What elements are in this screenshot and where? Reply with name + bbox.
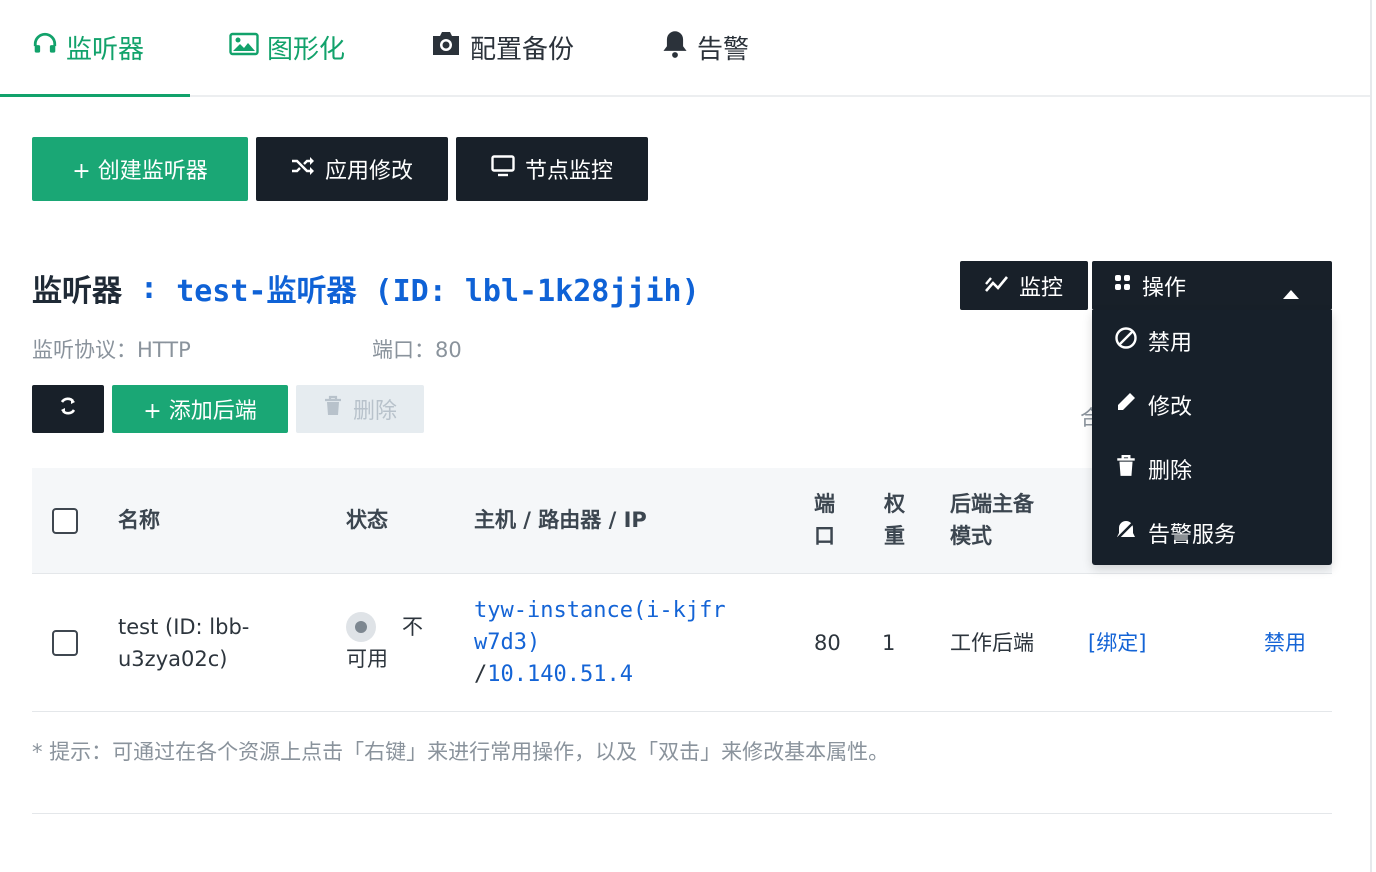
actions-label: 操作 — [1142, 275, 1187, 301]
host-line3: /10.140.51.4 — [474, 659, 726, 691]
status-indicator — [346, 612, 376, 642]
select-all-checkbox[interactable] — [52, 508, 78, 534]
tab-label: 监听器 — [66, 34, 145, 65]
trash-icon — [1114, 454, 1138, 484]
col-status: 状态 — [346, 508, 388, 532]
active-tab-indicator — [0, 94, 190, 97]
delete-button[interactable]: 删除 — [296, 385, 424, 433]
tab-alarm[interactable]: 告警 — [661, 26, 749, 68]
ban-icon — [1114, 326, 1138, 356]
tab-label: 告警 — [697, 34, 750, 65]
title-prefix: 监听器 — [32, 274, 122, 309]
listener-port: 端口：80 — [372, 338, 462, 362]
menu-item-label: 禁用 — [1148, 331, 1193, 356]
host-line2: w7d3) — [474, 630, 541, 655]
table-row[interactable]: test (ID: lbb- u3zya02c) 不 可用 tyw-instan… — [32, 574, 1332, 712]
divider — [32, 813, 1332, 814]
create-listener-button[interactable]: + 创建监听器 — [32, 137, 248, 201]
monitor-button[interactable]: 监控 — [960, 261, 1088, 310]
tab-listener[interactable]: 监听器 — [32, 26, 144, 68]
menu-item-delete[interactable]: 删除 — [1114, 449, 1192, 489]
listener-name: test-监听器 (ID: lbl-1k28jjih) — [176, 274, 700, 309]
refresh-icon — [57, 395, 79, 423]
col-port: 端 口 — [814, 488, 835, 552]
refresh-button[interactable] — [32, 385, 104, 433]
tab-label: 图形化 — [267, 34, 346, 65]
grid-icon — [1114, 273, 1132, 298]
col-weight: 权 重 — [884, 488, 905, 552]
delete-label: 删除 — [352, 399, 397, 424]
host-line1: tyw-instance(i-kjfr — [474, 598, 726, 623]
menu-item-label: 告警服务 — [1148, 523, 1237, 548]
monitor-label: 监控 — [1018, 275, 1063, 301]
apply-changes-button[interactable]: 应用修改 — [256, 137, 448, 201]
create-listener-label: + 创建监听器 — [72, 159, 208, 184]
host-link[interactable]: tyw-instance(i-kjfr w7d3) /10.140.51.4 — [474, 595, 726, 691]
col-name: 名称 — [118, 508, 160, 532]
backend-name-line2: u3zya02c) — [118, 647, 228, 671]
scrollbar-track — [1370, 0, 1372, 872]
pencil-icon — [1114, 390, 1138, 420]
tab-bar: 监听器 图形化 配置备份 告警 — [0, 0, 1370, 97]
backend-weight: 1 — [882, 631, 896, 655]
actions-dropdown-button[interactable]: 操作 — [1092, 261, 1332, 310]
bind-link[interactable]: [绑定] — [1088, 627, 1146, 659]
bell-icon — [661, 29, 689, 66]
node-monitor-label: 节点监控 — [524, 159, 613, 184]
listener-protocol: 监听协议：HTTP — [32, 338, 191, 362]
col-weight-line1: 权 — [884, 492, 905, 516]
node-monitor-button[interactable]: 节点监控 — [456, 137, 648, 201]
page-title: 监听器 : test-监听器 (ID: lbl-1k28jjih) — [32, 266, 700, 310]
tab-label: 配置备份 — [470, 34, 575, 65]
status-text-line1: 不 — [402, 615, 423, 639]
menu-item-alarm-service[interactable]: 告警服务 — [1114, 513, 1236, 553]
col-weight-line2: 重 — [884, 524, 905, 548]
add-backend-label: + 添加后端 — [143, 399, 257, 424]
backend-mode: 工作后端 — [950, 631, 1034, 655]
row-checkbox[interactable] — [52, 630, 78, 656]
backend-port: 80 — [814, 631, 841, 655]
backend-name: test (ID: lbb- u3zya02c) — [118, 611, 249, 675]
title-separator: : — [122, 270, 177, 306]
host-ip: 10.140.51.4 — [487, 662, 633, 687]
col-mode-line1: 后端主备 — [950, 492, 1034, 516]
image-icon — [229, 31, 259, 64]
tab-graph[interactable]: 图形化 — [229, 26, 345, 68]
headphones-icon — [32, 31, 58, 64]
col-mode: 后端主备 模式 — [950, 488, 1034, 552]
apply-changes-label: 应用修改 — [324, 159, 413, 184]
host-ip-separator: / — [474, 662, 488, 687]
menu-item-label: 删除 — [1148, 459, 1193, 484]
disable-link[interactable]: 禁用 — [1264, 627, 1306, 659]
chart-line-icon — [985, 273, 1009, 299]
actions-dropdown-menu: 禁用 修改 删除 告警服务 — [1092, 310, 1332, 565]
col-port-line1: 端 — [814, 492, 835, 516]
col-mode-line2: 模式 — [950, 524, 992, 548]
bell-slash-icon — [1114, 518, 1138, 548]
col-port-line2: 口 — [814, 524, 835, 548]
menu-item-disable[interactable]: 禁用 — [1114, 321, 1192, 361]
status-text-line2: 可用 — [346, 647, 388, 671]
add-backend-button[interactable]: + 添加后端 — [112, 385, 288, 433]
menu-item-label: 修改 — [1148, 395, 1193, 420]
monitor-icon — [491, 155, 515, 183]
trash-icon — [323, 395, 343, 423]
col-host: 主机 / 路由器 / IP — [474, 508, 647, 532]
menu-item-modify[interactable]: 修改 — [1114, 385, 1192, 425]
camera-icon — [430, 30, 462, 65]
shuffle-icon — [291, 156, 315, 182]
tab-config-backup[interactable]: 配置备份 — [430, 26, 574, 68]
backend-name-line1: test (ID: lbb- — [118, 615, 250, 639]
caret-up-icon — [1282, 281, 1300, 306]
usage-hint: * 提示：可通过在各个资源上点击「右键」来进行常用操作，以及「双击」来修改基本属… — [32, 740, 890, 764]
